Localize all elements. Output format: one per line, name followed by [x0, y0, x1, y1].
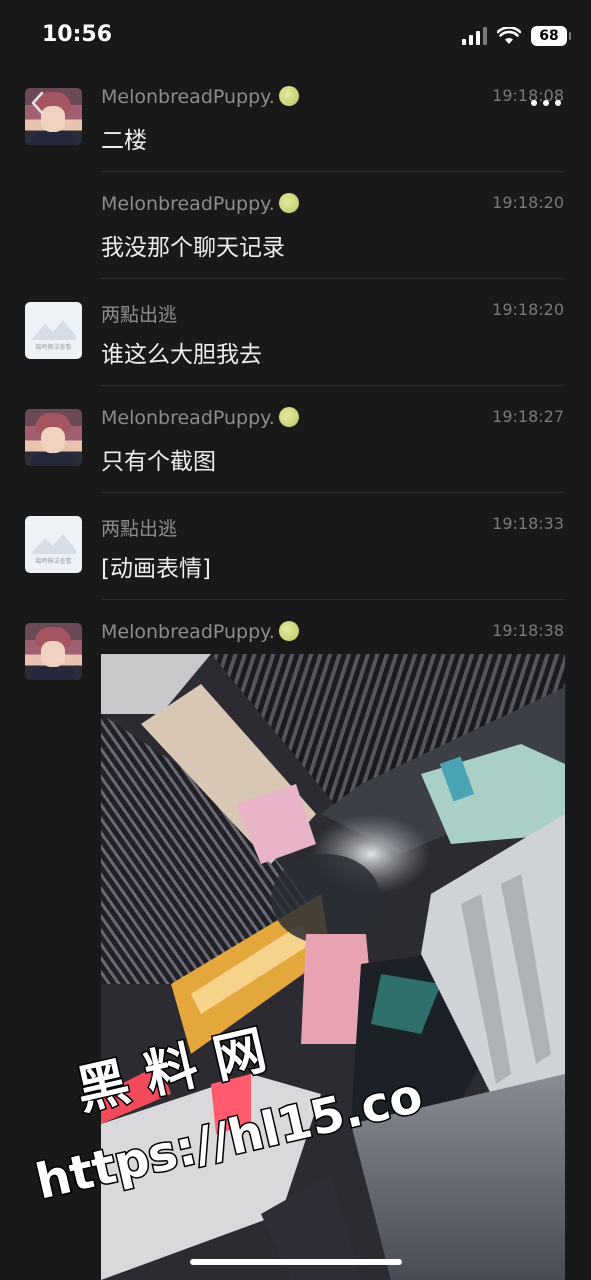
message-text: 只有个截图: [101, 449, 216, 475]
mountain-placeholder-icon: [31, 534, 76, 554]
sender-name: MelonbreadPuppy.: [101, 407, 275, 429]
melon-emoji-icon: [278, 620, 299, 641]
divider: [101, 171, 564, 172]
message-text: [动画表情]: [101, 556, 211, 582]
sender-name: MelonbreadPuppy.: [101, 193, 275, 215]
status-time: 10:56: [42, 22, 113, 47]
divider: [101, 599, 564, 600]
message-time: 19:18:27: [492, 407, 564, 426]
wifi-icon: [497, 27, 521, 44]
sender-name: MelonbreadPuppy.: [101, 621, 275, 643]
back-arrow-icon[interactable]: [24, 88, 54, 118]
divider: [101, 278, 564, 279]
status-icons: 68: [462, 26, 571, 46]
avatar[interactable]: [25, 623, 82, 680]
message-time: 19:18:20: [492, 193, 564, 212]
divider: [101, 385, 564, 386]
message-text: 二楼: [101, 128, 147, 154]
sender-name: 两點出逃: [101, 518, 178, 540]
message-text: 我没那个聊天记录: [101, 235, 285, 261]
sender-name: MelonbreadPuppy.: [101, 86, 275, 108]
melon-emoji-icon: [278, 406, 299, 427]
melon-emoji-icon: [278, 192, 299, 213]
message-time: 19:18:33: [492, 514, 564, 533]
message-time: 19:18:38: [492, 621, 564, 640]
avatar[interactable]: [25, 409, 82, 466]
home-indicator[interactable]: [190, 1259, 402, 1265]
mountain-placeholder-icon: [31, 320, 76, 340]
signal-icon: [462, 27, 487, 45]
battery-icon: 68: [531, 26, 571, 46]
more-icon[interactable]: [531, 100, 561, 106]
melon-emoji-icon: [278, 85, 299, 106]
avatar[interactable]: 臨時無法查看: [25, 516, 82, 573]
avatar-caption: 臨時無法查看: [35, 558, 72, 565]
message-time: 19:18:20: [492, 300, 564, 319]
divider: [101, 492, 564, 493]
message-text: 谁这么大胆我去: [101, 342, 262, 368]
sender-name: 两點出逃: [101, 304, 178, 326]
message-photo[interactable]: [101, 654, 565, 1280]
photo-image: [101, 654, 565, 1280]
avatar-caption: 臨時無法查看: [35, 344, 72, 351]
avatar[interactable]: 臨時無法查看: [25, 302, 82, 359]
status-bar: 10:56 68: [0, 0, 591, 70]
